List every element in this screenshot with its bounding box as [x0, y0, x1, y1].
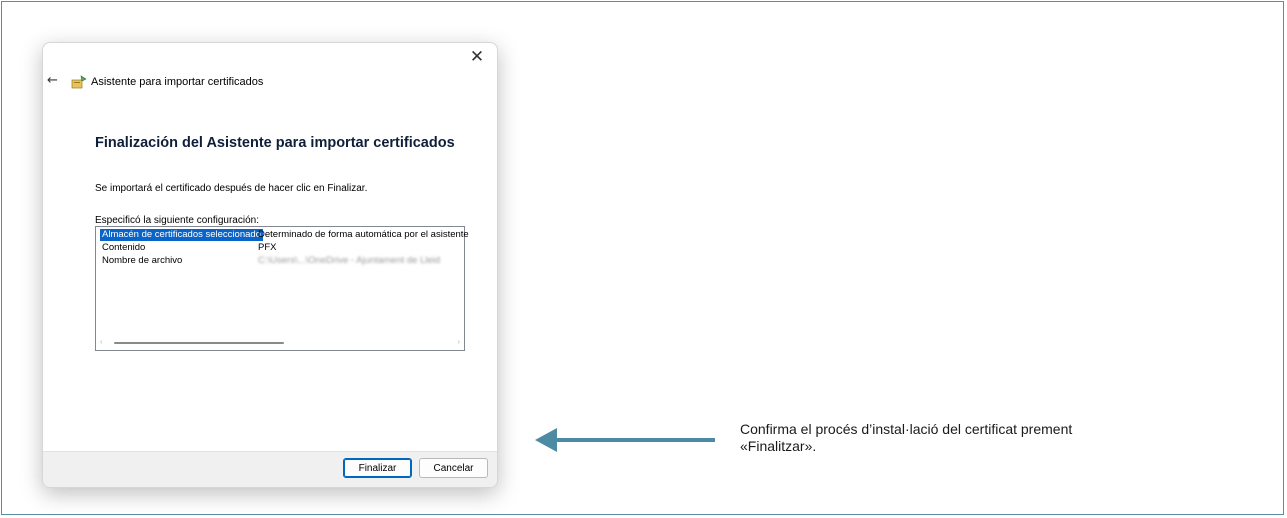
- setting-value: Determinado de forma automática por el a…: [258, 229, 469, 240]
- list-item[interactable]: Nombre de archivo C:\Users\...\OneDrive …: [98, 255, 462, 267]
- scroll-left-icon[interactable]: ‹: [100, 337, 103, 346]
- cancel-button[interactable]: Cancelar: [419, 458, 488, 478]
- setting-value-blurred: C:\Users\...\OneDrive - Ajuntament de Ll…: [258, 255, 441, 266]
- caption-line-1: Confirma el procés d’instal·lació del ce…: [740, 421, 1073, 437]
- list-item[interactable]: Contenido PFX: [98, 242, 462, 254]
- certificate-import-wizard-dialog: ✕ ← Asistente para importar certificados…: [42, 42, 498, 488]
- certificate-wizard-icon: [71, 75, 87, 89]
- settings-list[interactable]: Almacén de certificados seleccionado Det…: [95, 226, 469, 351]
- wizard-title: Asistente para importar certificados: [91, 76, 264, 88]
- dialog-footer: Finalizar Cancelar: [43, 451, 497, 487]
- info-text: Se importará el certificado después de h…: [95, 183, 368, 194]
- configuration-label: Especificó la siguiente configuración:: [95, 215, 259, 226]
- list-item[interactable]: Almacén de certificados seleccionado Det…: [98, 229, 469, 241]
- setting-name: Contenido: [102, 242, 146, 253]
- page-heading: Finalización del Asistente para importar…: [95, 135, 455, 151]
- pointer-arrow-icon: [535, 428, 715, 452]
- setting-name: Almacén de certificados seleccionado: [100, 229, 263, 241]
- scrollbar-thumb[interactable]: [114, 342, 284, 344]
- scroll-right-icon[interactable]: ›: [457, 337, 460, 346]
- close-button[interactable]: ✕: [467, 47, 487, 67]
- caption-line-2: «Finalitzar».: [740, 438, 817, 454]
- instruction-caption: Confirma el procés d’instal·lació del ce…: [740, 421, 1200, 455]
- setting-value: PFX: [258, 242, 277, 253]
- horizontal-scrollbar[interactable]: ‹ ›: [98, 336, 462, 348]
- finish-button[interactable]: Finalizar: [343, 458, 412, 478]
- back-arrow-icon[interactable]: ←: [47, 73, 58, 88]
- setting-name: Nombre de archivo: [102, 255, 183, 266]
